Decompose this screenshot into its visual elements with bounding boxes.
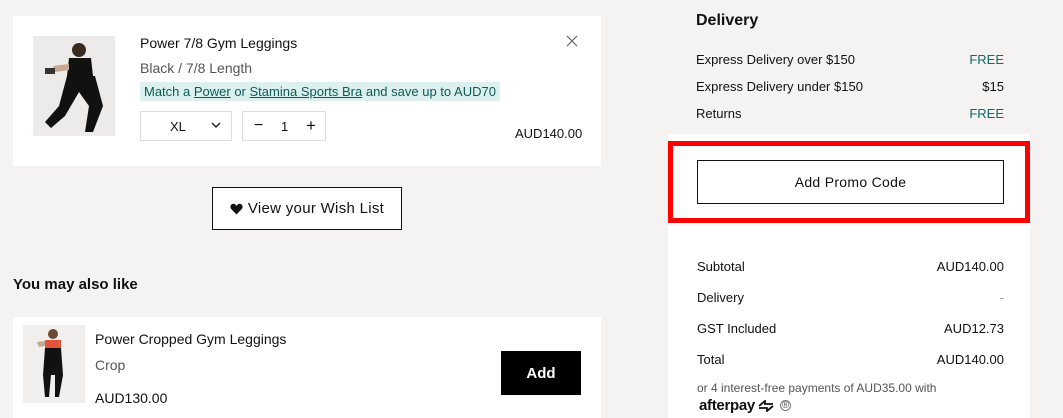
cart-item-card: Power 7/8 Gym Leggings Black / 7/8 Lengt… xyxy=(13,16,601,166)
delivery-row-label: Express Delivery over $150 xyxy=(696,52,855,67)
promo-message: Match a Power or Stamina Sports Bra and … xyxy=(140,82,500,101)
recommendation-image[interactable] xyxy=(23,325,85,403)
quantity-stepper: − 1 + xyxy=(242,111,326,141)
quantity-value[interactable]: 1 xyxy=(281,119,288,134)
delivery-row-value: $15 xyxy=(982,79,1004,94)
summary-value: AUD12.73 xyxy=(944,321,1004,336)
summary-label: Total xyxy=(697,352,725,367)
decrease-quantity-button[interactable]: − xyxy=(254,118,266,134)
summary-row-delivery: Delivery - xyxy=(697,290,1004,305)
product-variant: Black / 7/8 Length xyxy=(140,60,253,76)
delivery-row: Returns FREE xyxy=(696,106,1004,121)
summary-row-total: Total AUD140.00 xyxy=(697,352,1004,367)
summary-value: - xyxy=(999,290,1004,305)
summary-label: GST Included xyxy=(697,321,777,336)
recommendation-card: Power Cropped Gym Leggings Crop AUD130.0… xyxy=(13,317,601,418)
summary-label: Subtotal xyxy=(697,259,745,274)
summary-row-subtotal: Subtotal AUD140.00 xyxy=(697,259,1004,274)
summary-label: Delivery xyxy=(697,290,744,305)
product-title[interactable]: Power 7/8 Gym Leggings xyxy=(140,35,297,51)
stamina-sports-bra-link[interactable]: Stamina Sports Bra xyxy=(250,84,363,99)
add-button[interactable]: Add xyxy=(501,351,581,395)
afterpay-logo[interactable]: afterpay ® xyxy=(699,397,791,414)
chevron-down-icon xyxy=(211,122,221,128)
promo-middle: or xyxy=(230,84,250,99)
heart-icon xyxy=(230,203,243,214)
recommendation-title[interactable]: Power Cropped Gym Leggings xyxy=(95,331,286,347)
product-image[interactable] xyxy=(33,36,115,136)
delivery-info: Delivery Express Delivery over $150 FREE… xyxy=(668,0,1030,134)
item-price: AUD140.00 xyxy=(515,126,583,141)
size-select[interactable]: XL xyxy=(140,111,232,141)
delivery-row-label: Express Delivery under $150 xyxy=(696,79,863,94)
wishlist-label: View your Wish List xyxy=(247,200,385,217)
summary-row-gst: GST Included AUD12.73 xyxy=(697,321,1004,336)
size-value: XL xyxy=(170,119,186,134)
afterpay-wordmark: afterpay xyxy=(699,397,755,414)
recommendation-price: AUD130.00 xyxy=(95,390,168,406)
delivery-title: Delivery xyxy=(696,12,759,29)
summary-value: AUD140.00 xyxy=(936,352,1004,367)
recommendation-variant: Crop xyxy=(95,357,126,373)
increase-quantity-button[interactable]: + xyxy=(306,117,318,135)
product-photo-icon xyxy=(33,36,115,136)
promo-suffix: and save up to AUD70 xyxy=(362,84,496,99)
close-icon[interactable] xyxy=(565,34,579,48)
delivery-row-value: FREE xyxy=(969,106,1004,121)
promo-prefix: Match a xyxy=(144,84,194,99)
view-wishlist-button[interactable]: View your Wish List xyxy=(212,187,402,230)
delivery-row-value: FREE xyxy=(969,52,1004,67)
you-may-also-like-heading: You may also like xyxy=(13,276,138,293)
recommendation-photo-icon xyxy=(23,325,85,403)
power-link[interactable]: Power xyxy=(194,84,231,99)
delivery-row: Express Delivery under $150 $15 xyxy=(696,79,1004,94)
afterpay-arrows-icon xyxy=(758,399,774,412)
delivery-row-label: Returns xyxy=(696,106,742,121)
add-promo-code-button[interactable]: Add Promo Code xyxy=(697,160,1004,204)
summary-value: AUD140.00 xyxy=(936,259,1004,274)
delivery-row: Express Delivery over $150 FREE xyxy=(696,52,1004,67)
info-icon[interactable]: ® xyxy=(779,400,791,411)
installments-text: or 4 interest-free payments of AUD35.00 … xyxy=(697,381,937,395)
